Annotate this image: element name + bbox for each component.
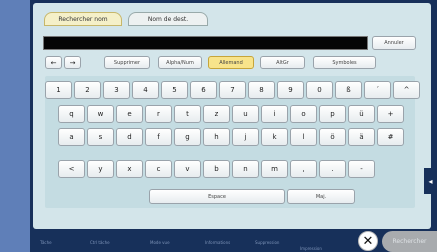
shift-key[interactable]: Maj. bbox=[287, 189, 355, 204]
key-row4-2[interactable]: x bbox=[116, 160, 143, 178]
key-row3-0[interactable]: a bbox=[58, 128, 85, 146]
key-row3-7[interactable]: k bbox=[261, 128, 288, 146]
status-item: Mode vue bbox=[150, 240, 170, 245]
status-item: Suppression bbox=[255, 240, 280, 245]
key-row1-8[interactable]: 9 bbox=[277, 81, 304, 99]
tab-search-name[interactable]: Rechercher nom bbox=[44, 12, 122, 26]
key-row4-7[interactable]: m bbox=[261, 160, 288, 178]
key-row1-3[interactable]: 4 bbox=[132, 81, 159, 99]
key-row2-11[interactable]: + bbox=[377, 105, 404, 123]
cancel-button[interactable]: Annuler bbox=[372, 36, 416, 50]
status-item: Ctrl tâche bbox=[90, 240, 110, 245]
cursor-right-button[interactable]: → bbox=[64, 56, 81, 69]
side-panel-toggle-icon[interactable]: ◂ bbox=[424, 168, 437, 194]
key-row1-1[interactable]: 2 bbox=[74, 81, 101, 99]
key-row4-1[interactable]: y bbox=[87, 160, 114, 178]
key-row3-3[interactable]: f bbox=[145, 128, 172, 146]
key-row4-3[interactable]: c bbox=[145, 160, 172, 178]
key-row1-6[interactable]: 7 bbox=[219, 81, 246, 99]
key-row1-7[interactable]: 8 bbox=[248, 81, 275, 99]
status-item: Tâche bbox=[40, 240, 52, 245]
key-row2-2[interactable]: e bbox=[116, 105, 143, 123]
tab-destination-name[interactable]: Nom de dest. bbox=[128, 12, 208, 26]
key-row1-11[interactable]: ´ bbox=[364, 81, 391, 99]
key-row2-7[interactable]: i bbox=[261, 105, 288, 123]
key-row4-8[interactable]: , bbox=[290, 160, 317, 178]
key-row3-1[interactable]: s bbox=[87, 128, 114, 146]
key-row4-0[interactable]: < bbox=[58, 160, 85, 178]
key-row2-6[interactable]: u bbox=[232, 105, 259, 123]
space-key[interactable]: Espace bbox=[149, 189, 285, 204]
key-row2-4[interactable]: t bbox=[174, 105, 201, 123]
key-row2-5[interactable]: z bbox=[203, 105, 230, 123]
key-row1-2[interactable]: 3 bbox=[103, 81, 130, 99]
key-row2-0[interactable]: q bbox=[58, 105, 85, 123]
key-row3-9[interactable]: ö bbox=[319, 128, 346, 146]
key-row3-10[interactable]: ä bbox=[348, 128, 375, 146]
cursor-left-button[interactable]: ← bbox=[45, 56, 62, 69]
status-item: Informations bbox=[205, 240, 231, 245]
mode-altgr-button[interactable]: AltGr bbox=[260, 56, 305, 69]
key-row1-0[interactable]: 1 bbox=[45, 81, 72, 99]
key-row2-8[interactable]: o bbox=[290, 105, 317, 123]
search-button[interactable]: Rechercher bbox=[382, 231, 437, 252]
key-row1-10[interactable]: ß bbox=[335, 81, 362, 99]
key-row4-4[interactable]: v bbox=[174, 160, 201, 178]
key-row4-5[interactable]: b bbox=[203, 160, 230, 178]
key-row1-12[interactable]: ^ bbox=[393, 81, 420, 99]
key-row3-2[interactable]: d bbox=[116, 128, 143, 146]
key-row1-9[interactable]: 0 bbox=[306, 81, 333, 99]
delete-button[interactable]: Supprimer bbox=[104, 56, 150, 69]
key-row2-10[interactable]: ü bbox=[348, 105, 375, 123]
close-icon[interactable]: ✕ bbox=[358, 231, 378, 251]
key-row1-5[interactable]: 6 bbox=[190, 81, 217, 99]
key-row3-11[interactable]: # bbox=[377, 128, 404, 146]
status-item: Impression bbox=[300, 246, 322, 251]
key-row4-6[interactable]: n bbox=[232, 160, 259, 178]
key-row3-8[interactable]: l bbox=[290, 128, 317, 146]
key-row2-1[interactable]: w bbox=[87, 105, 114, 123]
key-row2-9[interactable]: p bbox=[319, 105, 346, 123]
key-row3-5[interactable]: h bbox=[203, 128, 230, 146]
mode-symbols-button[interactable]: Symboles bbox=[313, 56, 376, 69]
mode-german-button[interactable]: Allemand bbox=[208, 56, 254, 69]
text-input[interactable] bbox=[43, 36, 368, 50]
key-row3-4[interactable]: g bbox=[174, 128, 201, 146]
key-row1-4[interactable]: 5 bbox=[161, 81, 188, 99]
key-row4-10[interactable]: - bbox=[348, 160, 375, 178]
key-row3-6[interactable]: j bbox=[232, 128, 259, 146]
key-row4-9[interactable]: . bbox=[319, 160, 346, 178]
mode-alpha-num-button[interactable]: Alpha/Num bbox=[158, 56, 202, 69]
key-row2-3[interactable]: r bbox=[145, 105, 172, 123]
